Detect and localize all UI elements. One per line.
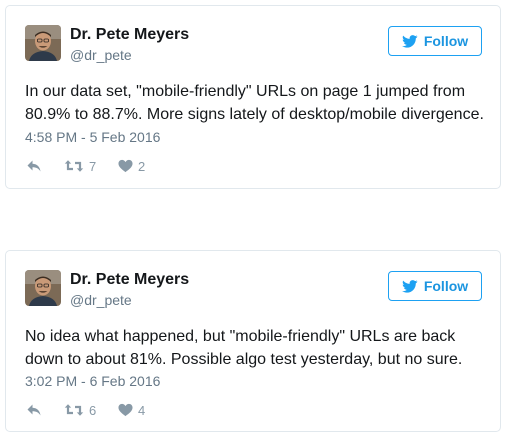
avatar[interactable] xyxy=(25,25,61,61)
author-handle[interactable]: @dr_pete xyxy=(70,47,132,63)
reply-button[interactable] xyxy=(26,403,64,417)
follow-label: Follow xyxy=(423,33,469,49)
tweet-card: Dr. Pete Meyers @dr_pete Follow No idea … xyxy=(5,250,501,432)
like-count: 4 xyxy=(138,402,146,418)
reply-icon xyxy=(27,160,41,172)
tweet-timestamp[interactable]: 4:58 PM - 5 Feb 2016 xyxy=(25,129,160,145)
reply-button[interactable] xyxy=(26,159,64,173)
author-handle[interactable]: @dr_pete xyxy=(70,292,132,308)
tweet-text-line: In our data set, "mobile-friendly" URLs … xyxy=(25,83,466,100)
author-name[interactable]: Dr. Pete Meyers xyxy=(70,26,189,44)
tweet-card: Dr. Pete Meyers @dr_pete Follow In our d… xyxy=(5,5,501,189)
follow-button[interactable]: Follow xyxy=(388,26,482,56)
follow-button[interactable]: Follow xyxy=(388,271,482,301)
avatar[interactable] xyxy=(25,270,61,306)
author-name[interactable]: Dr. Pete Meyers xyxy=(70,271,189,289)
twitter-bird-icon xyxy=(401,34,418,48)
retweet-count: 7 xyxy=(89,158,97,174)
retweet-button[interactable]: 6 xyxy=(64,403,118,418)
retweet-icon xyxy=(64,160,84,172)
tweet-actions: 6 4 xyxy=(26,400,145,420)
heart-icon xyxy=(118,159,133,173)
retweet-button[interactable]: 7 xyxy=(64,159,118,174)
reply-icon xyxy=(27,404,41,416)
tweet-timestamp[interactable]: 3:02 PM - 6 Feb 2016 xyxy=(25,373,160,389)
tweet-text-line: down to about 81%. Possible algo test ye… xyxy=(25,351,463,368)
like-count: 2 xyxy=(138,158,146,174)
follow-label: Follow xyxy=(423,278,469,294)
like-button[interactable]: 4 xyxy=(118,403,145,418)
retweet-count: 6 xyxy=(89,402,97,418)
tweet-text-line: No idea what happened, but "mobile-frien… xyxy=(25,328,456,345)
tweet-actions: 7 2 xyxy=(26,156,145,176)
tweet-text-line: 80.9% to 88.7%. More signs lately of des… xyxy=(25,106,484,123)
twitter-bird-icon xyxy=(401,279,418,293)
tweet-text: In our data set, "mobile-friendly" URLs … xyxy=(25,80,495,126)
heart-icon xyxy=(118,403,133,417)
retweet-icon xyxy=(64,404,84,416)
like-button[interactable]: 2 xyxy=(118,159,145,174)
tweet-text: No idea what happened, but "mobile-frien… xyxy=(25,325,495,371)
